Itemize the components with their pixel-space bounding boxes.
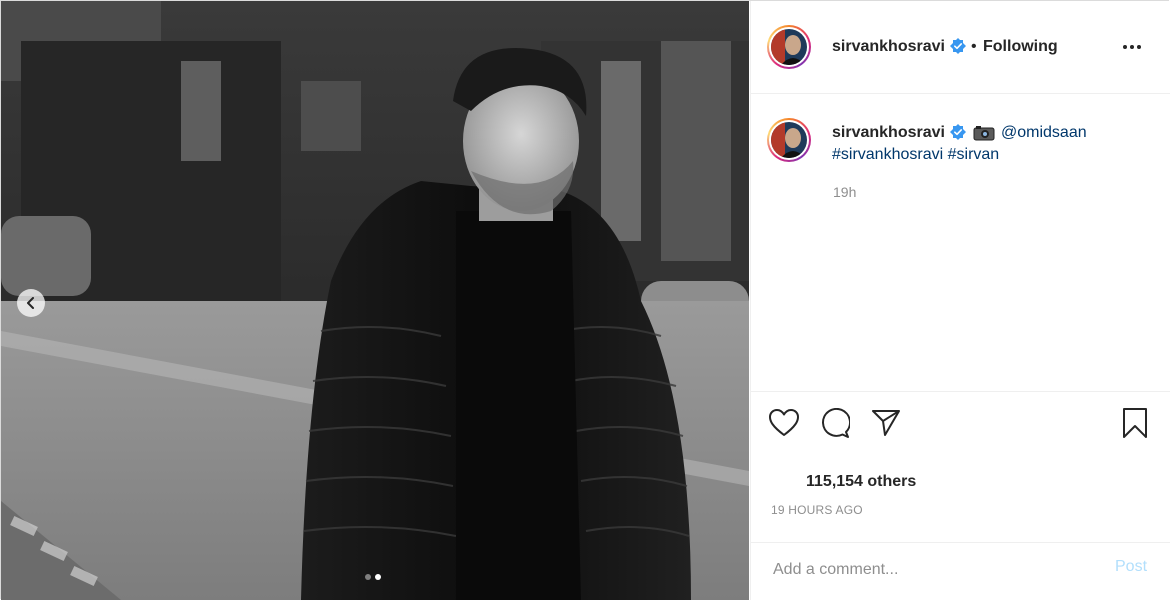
- heart-icon: [769, 409, 799, 436]
- avatar[interactable]: [767, 25, 811, 69]
- caption-mention-link[interactable]: @omidsaan: [1001, 124, 1087, 142]
- caption-username[interactable]: sirvankhosravi: [832, 124, 945, 142]
- carousel-indicator: [365, 574, 381, 580]
- post-side-panel: sirvankhosravi • Following sirvankhosrav…: [750, 1, 1170, 600]
- caption-avatar[interactable]: [767, 118, 811, 162]
- comment-input[interactable]: [771, 557, 1095, 583]
- like-button[interactable]: [769, 408, 799, 438]
- chevron-left-icon: [27, 297, 34, 309]
- caption-section: sirvankhosravi @omidsaan #sirvankhosravi…: [751, 94, 1170, 391]
- verified-badge-icon: [950, 124, 966, 140]
- post-actions-bar: [751, 391, 1170, 462]
- more-options-button[interactable]: [1120, 37, 1144, 57]
- hashtag-link[interactable]: #sirvan: [948, 146, 1000, 163]
- photo-scene: [1, 1, 749, 600]
- post-photo[interactable]: [1, 1, 749, 600]
- comment-icon: [822, 408, 850, 438]
- avatar-image: [771, 29, 807, 65]
- header-username[interactable]: sirvankhosravi: [832, 38, 945, 56]
- header-separator: •: [971, 38, 977, 55]
- bookmark-icon: [1123, 408, 1147, 438]
- post-header: sirvankhosravi • Following: [751, 1, 1170, 94]
- comment-bar: Post: [751, 542, 1170, 601]
- posted-time[interactable]: 19 HOURS AGO: [771, 503, 863, 517]
- carousel-prev-button[interactable]: [17, 289, 45, 317]
- save-button[interactable]: [1120, 408, 1150, 438]
- caption-timestamp[interactable]: 19h: [833, 184, 856, 200]
- avatar-image: [771, 122, 807, 158]
- send-icon: [872, 410, 900, 436]
- carousel-dot-active: [375, 574, 381, 580]
- share-button[interactable]: [871, 408, 901, 438]
- hashtag-link[interactable]: #sirvankhosravi: [832, 146, 943, 163]
- caption-hashtags: #sirvankhosravi #sirvan: [832, 146, 999, 164]
- camera-icon: [973, 126, 995, 141]
- verified-badge-icon: [950, 38, 966, 54]
- carousel-dot: [365, 574, 371, 580]
- likes-count[interactable]: 115,154 others: [806, 473, 916, 491]
- more-options-icon: [1123, 45, 1127, 49]
- post-comment-button[interactable]: Post: [1115, 558, 1147, 576]
- comment-button[interactable]: [820, 408, 850, 438]
- following-button[interactable]: Following: [983, 38, 1058, 56]
